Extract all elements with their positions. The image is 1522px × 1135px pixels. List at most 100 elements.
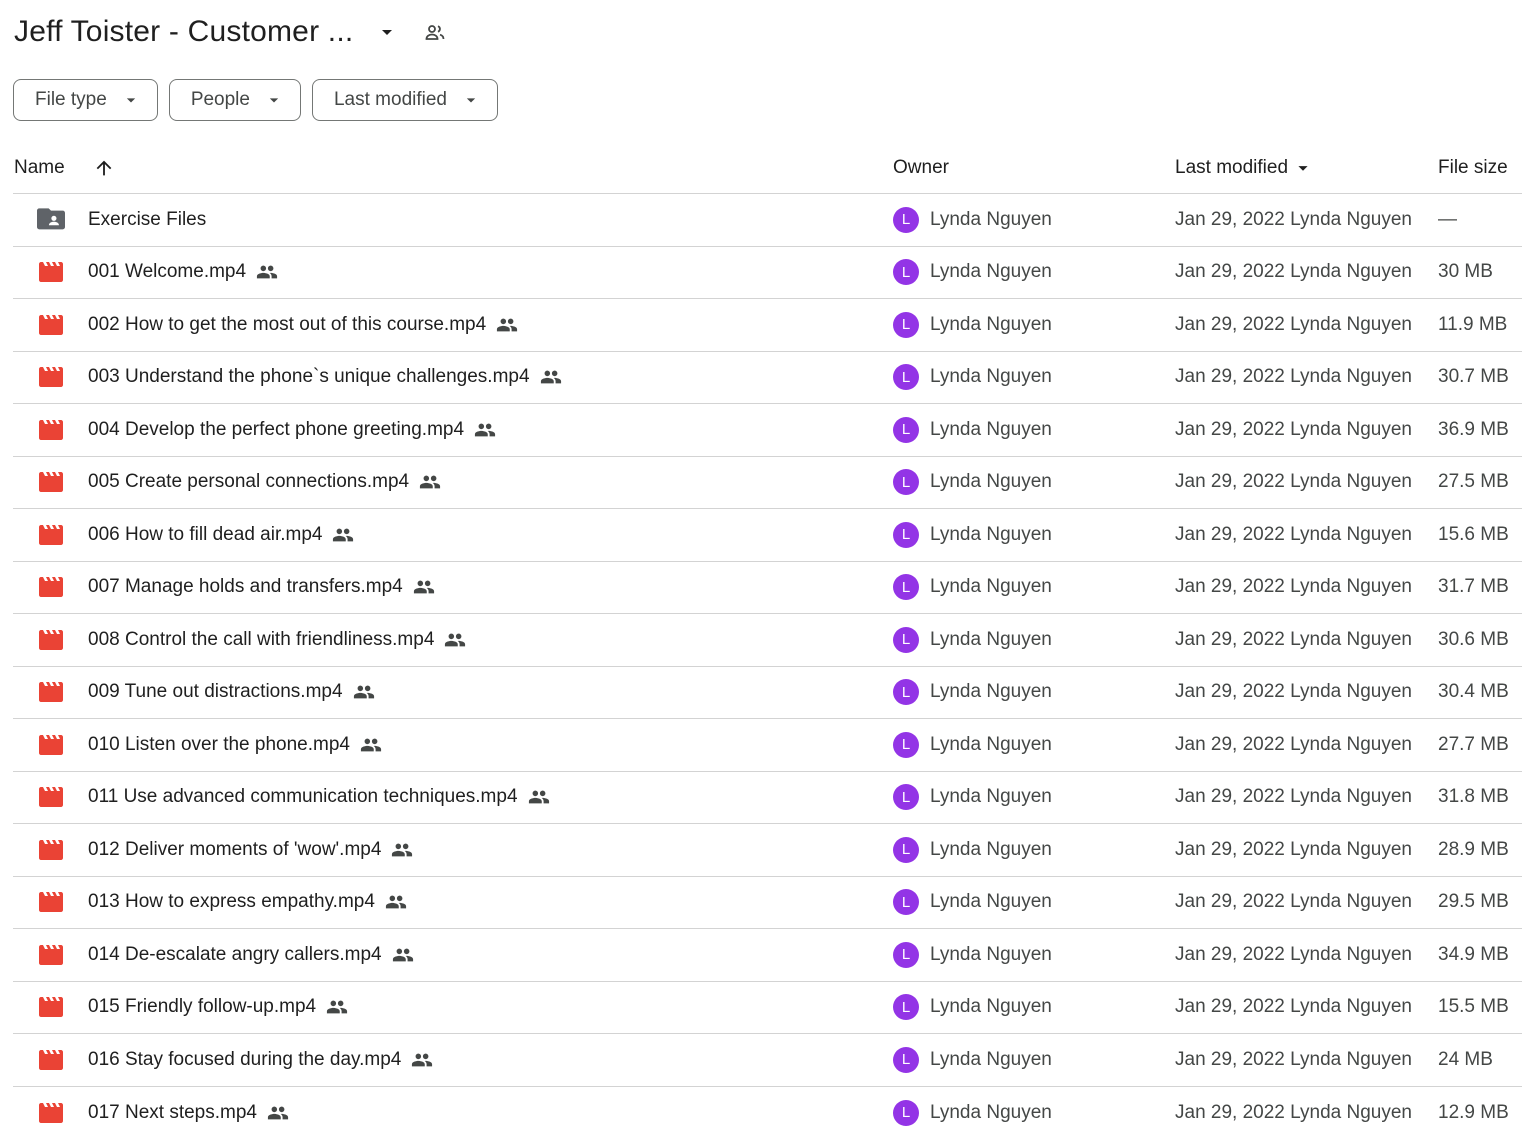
file-name[interactable]: 009 Tune out distractions.mp4: [88, 681, 343, 703]
table-row[interactable]: Exercise Files L Lynda Nguyen Jan 29, 20…: [13, 194, 1522, 247]
owner-name: Lynda Nguyen: [930, 838, 1052, 860]
file-name[interactable]: 001 Welcome.mp4: [88, 261, 246, 283]
video-file-icon: [37, 1087, 65, 1135]
owner-cell: L Lynda Nguyen: [893, 614, 1052, 666]
owner-name: Lynda Nguyen: [930, 891, 1052, 913]
table-row[interactable]: 012 Deliver moments of 'wow'.mp4 L Lynda…: [13, 824, 1522, 877]
file-rows: Exercise Files L Lynda Nguyen Jan 29, 20…: [13, 194, 1522, 1135]
shared-people-icon: [474, 419, 496, 441]
video-file-icon: [37, 614, 65, 666]
table-row[interactable]: 011 Use advanced communication technique…: [13, 772, 1522, 824]
table-row[interactable]: 017 Next steps.mp4 L Lynda Nguyen Jan 29…: [13, 1087, 1522, 1135]
file-size-column-header[interactable]: File size: [1438, 141, 1508, 194]
avatar: L: [893, 889, 919, 916]
table-row[interactable]: 010 Listen over the phone.mp4 L Lynda Ng…: [13, 719, 1522, 772]
last-modified-cell: Jan 29, 2022 Lynda Nguyen: [1175, 786, 1412, 808]
folder-title[interactable]: Jeff Toister - Customer ...: [14, 15, 353, 49]
file-name-cell: 013 How to express empathy.mp4: [88, 877, 407, 929]
file-name-cell: 001 Welcome.mp4: [88, 247, 278, 299]
owner-cell: L Lynda Nguyen: [893, 667, 1052, 719]
last-modified-column-label: Last modified: [1175, 156, 1289, 178]
file-name[interactable]: 003 Understand the phone`s unique challe…: [88, 366, 530, 388]
people-filter-label: People: [190, 89, 250, 110]
shared-people-icon: [496, 314, 518, 336]
video-file-icon: [37, 562, 65, 614]
table-row[interactable]: 008 Control the call with friendliness.m…: [13, 614, 1522, 667]
table-row[interactable]: 014 De-escalate angry callers.mp4 L Lynd…: [13, 929, 1522, 982]
file-name[interactable]: Exercise Files: [88, 209, 206, 231]
table-row[interactable]: 004 Develop the perfect phone greeting.m…: [13, 404, 1522, 457]
file-size-cell: —: [1438, 208, 1457, 230]
owner-cell: L Lynda Nguyen: [893, 247, 1052, 299]
avatar: L: [893, 469, 919, 496]
file-name[interactable]: 011 Use advanced communication technique…: [88, 786, 518, 808]
name-column-header[interactable]: Name: [14, 141, 65, 194]
table-row[interactable]: 001 Welcome.mp4 L Lynda Nguyen Jan 29, 2…: [13, 247, 1522, 299]
avatar: L: [893, 836, 919, 863]
owner-name: Lynda Nguyen: [930, 996, 1052, 1018]
file-name-cell: 003 Understand the phone`s unique challe…: [88, 352, 562, 404]
table-row[interactable]: 007 Manage holds and transfers.mp4 L Lyn…: [13, 562, 1522, 614]
owner-name: Lynda Nguyen: [930, 733, 1052, 755]
last-modified-cell: Jan 29, 2022 Lynda Nguyen: [1175, 1048, 1412, 1070]
file-name[interactable]: 016 Stay focused during the day.mp4: [88, 1049, 401, 1071]
last-modified-cell: Jan 29, 2022 Lynda Nguyen: [1175, 681, 1412, 703]
file-name[interactable]: 004 Develop the perfect phone greeting.m…: [88, 419, 464, 441]
owner-cell: L Lynda Nguyen: [893, 352, 1052, 404]
table-row[interactable]: 006 How to fill dead air.mp4 L Lynda Ngu…: [13, 509, 1522, 562]
last-modified-cell: Jan 29, 2022 Lynda Nguyen: [1175, 838, 1412, 860]
table-row[interactable]: 003 Understand the phone`s unique challe…: [13, 352, 1522, 404]
file-name-cell: 004 Develop the perfect phone greeting.m…: [88, 404, 496, 456]
file-type-filter-chip[interactable]: File type: [13, 79, 158, 121]
people-filter-chip[interactable]: People: [168, 79, 301, 121]
shared-people-icon: [267, 1102, 289, 1124]
owner-cell: L Lynda Nguyen: [893, 1087, 1052, 1135]
file-size-cell: 30.6 MB: [1438, 628, 1509, 650]
last-modified-cell: Jan 29, 2022 Lynda Nguyen: [1175, 418, 1412, 440]
arrow-drop-down-icon[interactable]: [375, 20, 399, 44]
owner-name: Lynda Nguyen: [930, 628, 1052, 650]
video-file-icon: [37, 1034, 65, 1086]
shared-people-icon: [444, 629, 466, 651]
file-size-cell: 11.9 MB: [1438, 313, 1508, 335]
table-row[interactable]: 013 How to express empathy.mp4 L Lynda N…: [13, 877, 1522, 929]
file-name[interactable]: 010 Listen over the phone.mp4: [88, 734, 350, 756]
avatar: L: [893, 311, 919, 338]
file-size-cell: 15.6 MB: [1438, 523, 1509, 545]
file-name[interactable]: 007 Manage holds and transfers.mp4: [88, 576, 403, 598]
table-row[interactable]: 005 Create personal connections.mp4 L Ly…: [13, 457, 1522, 509]
file-name[interactable]: 014 De-escalate angry callers.mp4: [88, 944, 382, 966]
last-modified-column-header[interactable]: Last modified: [1175, 141, 1314, 194]
file-name[interactable]: 005 Create personal connections.mp4: [88, 471, 409, 493]
filter-bar: File type People Last modified: [13, 79, 498, 121]
shared-folder-people-icon[interactable]: [423, 20, 447, 44]
file-name[interactable]: 002 How to get the most out of this cour…: [88, 314, 486, 336]
file-name-cell: 006 How to fill dead air.mp4: [88, 509, 354, 561]
video-file-icon: [37, 352, 65, 404]
owner-cell: L Lynda Nguyen: [893, 404, 1052, 456]
file-name[interactable]: 008 Control the call with friendliness.m…: [88, 629, 434, 651]
owner-name: Lynda Nguyen: [930, 1048, 1052, 1070]
avatar: L: [893, 679, 919, 706]
file-size-cell: 27.5 MB: [1438, 471, 1509, 493]
file-name[interactable]: 013 How to express empathy.mp4: [88, 891, 375, 913]
file-name-cell: 010 Listen over the phone.mp4: [88, 719, 382, 771]
arrow-drop-down-icon[interactable]: [1292, 157, 1314, 179]
table-row[interactable]: 002 How to get the most out of this cour…: [13, 299, 1522, 352]
last-modified-filter-chip[interactable]: Last modified: [311, 79, 498, 121]
table-row[interactable]: 016 Stay focused during the day.mp4 L Ly…: [13, 1034, 1522, 1087]
file-name[interactable]: 012 Deliver moments of 'wow'.mp4: [88, 839, 381, 861]
arrow-upward-icon[interactable]: [91, 141, 117, 194]
file-name[interactable]: 017 Next steps.mp4: [88, 1102, 257, 1124]
last-modified-cell: Jan 29, 2022 Lynda Nguyen: [1175, 891, 1412, 913]
table-row[interactable]: 015 Friendly follow-up.mp4 L Lynda Nguye…: [13, 982, 1522, 1034]
file-name[interactable]: 006 How to fill dead air.mp4: [88, 524, 322, 546]
video-file-icon: [37, 982, 65, 1034]
owner-cell: L Lynda Nguyen: [893, 719, 1052, 771]
avatar: L: [893, 1099, 919, 1126]
file-name[interactable]: 015 Friendly follow-up.mp4: [88, 996, 316, 1018]
avatar: L: [893, 259, 919, 286]
owner-name: Lynda Nguyen: [930, 313, 1052, 335]
video-file-icon: [37, 509, 65, 561]
table-row[interactable]: 009 Tune out distractions.mp4 L Lynda Ng…: [13, 667, 1522, 719]
